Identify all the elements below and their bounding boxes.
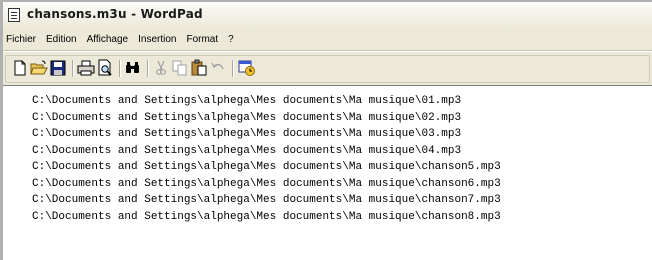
paste-icon[interactable] (190, 59, 208, 77)
document-text: C:\Documents and Settings\alphega\Mes do… (32, 93, 501, 225)
toolbar-separator (147, 60, 149, 77)
document-line: C:\Documents and Settings\alphega\Mes do… (32, 111, 462, 124)
toolbar-band (5, 55, 650, 83)
find-icon[interactable] (124, 59, 142, 77)
copy-icon[interactable] (171, 59, 189, 77)
menu-edition[interactable]: Edition (41, 29, 82, 50)
wordpad-window: chansons.m3u - WordPad Fichier Edition Aff… (0, 0, 652, 260)
document-editor[interactable]: C:\Documents and Settings\alphega\Mes do… (3, 85, 652, 260)
undo-icon[interactable] (209, 59, 227, 77)
toolbar-separator (72, 60, 74, 77)
menu-fichier[interactable]: Fichier (3, 29, 41, 50)
document-line: C:\Documents and Settings\alphega\Mes do… (32, 177, 501, 190)
document-line: C:\Documents and Settings\alphega\Mes do… (32, 144, 462, 157)
menu-affichage[interactable]: Affichage (82, 29, 134, 50)
document-line: C:\Documents and Settings\alphega\Mes do… (32, 128, 462, 140)
toolbar-separator (119, 60, 121, 77)
menu-bar: Fichier Edition Affichage Insertion Format? (3, 29, 652, 51)
document-line: C:\Documents and Settings\alphega\Mes do… (32, 194, 501, 206)
toolbar (3, 51, 652, 86)
print-preview-icon[interactable] (96, 59, 114, 77)
menu-insertion[interactable]: Insertion (133, 29, 181, 50)
open-folder-icon[interactable] (30, 59, 48, 77)
document-line: C:\Documents and Settings\alphega\Mes do… (32, 161, 501, 173)
toolbar-separator (232, 60, 234, 77)
cut-icon[interactable] (152, 59, 170, 77)
insert-date-time-icon[interactable] (238, 59, 256, 77)
wordpad-app-icon[interactable] (8, 8, 20, 22)
title-bar[interactable]: chansons.m3u - WordPad (3, 2, 652, 30)
menu-format[interactable]: Format (181, 29, 223, 50)
document-line: C:\Documents and Settings\alphega\Mes do… (32, 210, 501, 223)
new-document-icon[interactable] (11, 59, 29, 77)
print-icon[interactable] (77, 59, 95, 77)
document-line: C:\Documents and Settings\alphega\Mes do… (32, 95, 462, 107)
menu-help[interactable]: ? (223, 29, 239, 50)
save-icon[interactable] (49, 59, 67, 77)
window-title: chansons.m3u - WordPad (27, 7, 203, 21)
